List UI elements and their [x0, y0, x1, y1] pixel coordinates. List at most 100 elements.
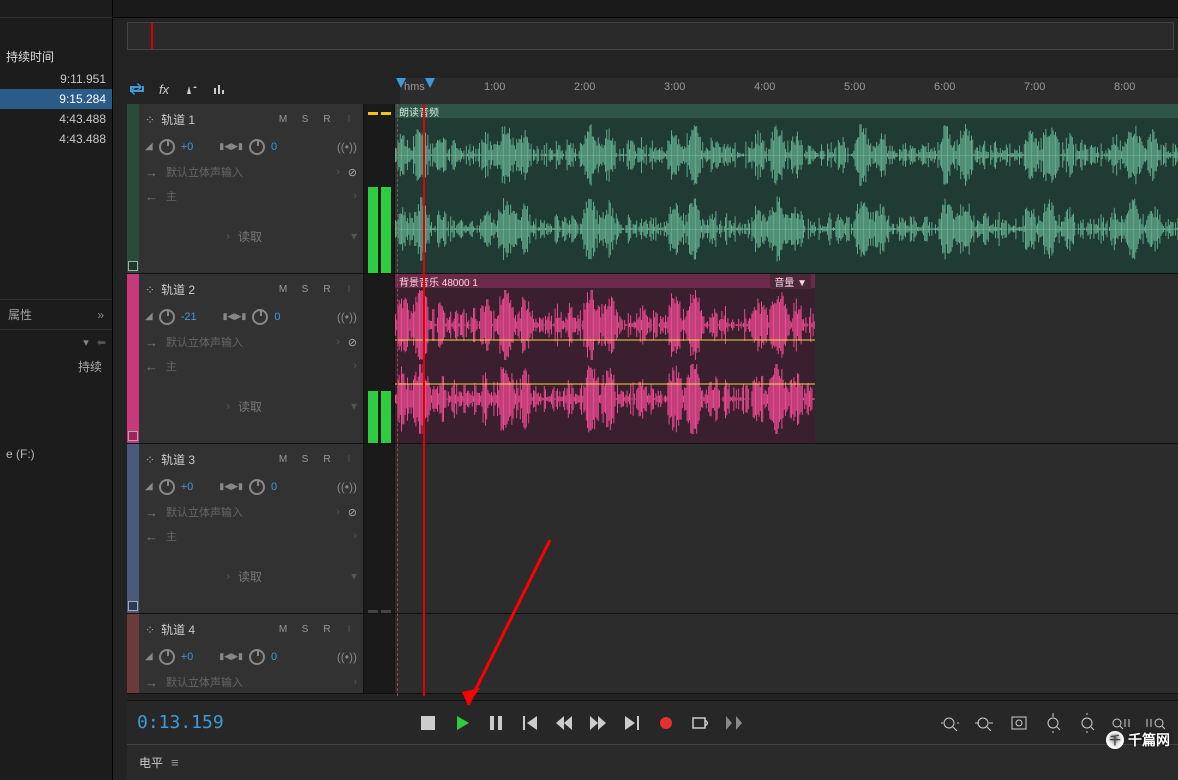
stop-button[interactable]	[413, 709, 443, 737]
output-route[interactable]: ←主›	[139, 524, 363, 548]
phase-icon[interactable]: ⊘	[348, 166, 357, 179]
input-route[interactable]: →默认立体声输入›	[139, 670, 363, 694]
monitor-button[interactable]: I	[341, 113, 357, 127]
phase-icon[interactable]: ⊘	[348, 336, 357, 349]
output-route[interactable]: ←主›	[139, 184, 363, 208]
pan-value[interactable]: 0	[271, 651, 277, 663]
solo-button[interactable]: S	[297, 283, 313, 297]
audio-clip-bgmusic[interactable]: 背景音乐 48000 1 音量 ▼	[395, 274, 815, 443]
monitor-button[interactable]: I	[341, 283, 357, 297]
continue-label: 持续	[0, 354, 112, 379]
timecode-display[interactable]: 0:13.159	[137, 712, 224, 733]
record-arm-button[interactable]: R	[319, 453, 335, 467]
track-color-strip[interactable]	[127, 274, 139, 443]
track-lane[interactable]: 朗读音频	[395, 104, 1178, 273]
input-route[interactable]: →默认立体声输入›⊘	[139, 160, 363, 184]
automation-mode[interactable]: ›读取▾	[139, 564, 363, 588]
phase-icon[interactable]: ⊘	[348, 506, 357, 519]
watermark: 千 千篇网	[1106, 730, 1170, 750]
track-color-strip[interactable]	[127, 444, 139, 613]
output-route[interactable]: ←主›	[139, 354, 363, 378]
volume-value[interactable]: +0	[181, 651, 194, 663]
loop-playback-button[interactable]	[685, 709, 715, 737]
stereo-icon: ((•))	[337, 310, 357, 324]
zoom-in-time-icon[interactable]	[938, 709, 964, 737]
fx-icon[interactable]: fx	[155, 80, 173, 98]
panel-menu-icon[interactable]: ≡	[171, 755, 179, 770]
input-route[interactable]: →默认立体声输入›⊘	[139, 330, 363, 354]
volume-value[interactable]: -21	[181, 311, 197, 323]
zoom-in-amp-icon[interactable]	[1040, 709, 1066, 737]
track-color-strip[interactable]	[127, 104, 139, 273]
solo-button[interactable]: S	[297, 453, 313, 467]
pan-knob[interactable]	[252, 309, 268, 325]
volume-knob[interactable]	[159, 139, 175, 155]
level-panel-label[interactable]: 电平	[139, 754, 163, 771]
duration-row[interactable]: 4:43.488	[0, 109, 112, 129]
back-icon[interactable]: ⬅	[97, 336, 106, 349]
solo-button[interactable]: S	[297, 113, 313, 127]
track-lane[interactable]	[395, 444, 1178, 613]
duration-row-selected[interactable]: 9:15.284	[0, 89, 112, 109]
send-icon[interactable]	[183, 80, 201, 98]
go-to-end-button[interactable]	[617, 709, 647, 737]
monitor-button[interactable]: I	[341, 623, 357, 637]
automation-mode[interactable]: ›读取▾	[139, 224, 363, 248]
pan-knob[interactable]	[249, 649, 265, 665]
mute-button[interactable]: M	[275, 453, 291, 467]
record-arm-button[interactable]: R	[319, 283, 335, 297]
monitor-button[interactable]: I	[341, 453, 357, 467]
record-arm-button[interactable]: R	[319, 113, 335, 127]
pan-value[interactable]: 0	[271, 141, 277, 153]
volume-value[interactable]: +0	[181, 141, 194, 153]
volume-knob[interactable]	[159, 479, 175, 495]
mute-button[interactable]: M	[275, 283, 291, 297]
volume-scale-icon: ◢	[145, 311, 153, 322]
time-ruler[interactable]: hms 1:00 2:00 3:00 4:00 5:00 6:00 7:00 8…	[400, 78, 1178, 104]
pan-knob[interactable]	[249, 479, 265, 495]
duration-header: 持续时间	[0, 44, 112, 69]
playhead-marker-icon[interactable]	[422, 78, 440, 96]
track-name[interactable]: 轨道 2	[161, 281, 269, 298]
input-route[interactable]: →默认立体声输入›⊘	[139, 500, 363, 524]
play-button[interactable]	[447, 709, 477, 737]
volume-knob[interactable]	[159, 309, 175, 325]
forward-button[interactable]	[583, 709, 613, 737]
zoom-fit-icon[interactable]	[1006, 709, 1032, 737]
track-lane[interactable]	[395, 614, 1178, 693]
track-name[interactable]: 轨道 1	[161, 111, 269, 128]
track-color-strip[interactable]	[127, 614, 139, 693]
overview-timeline[interactable]	[127, 22, 1174, 50]
automation-mode[interactable]: ›读取▾	[139, 394, 363, 418]
duration-row[interactable]: 4:43.488	[0, 129, 112, 149]
record-button[interactable]	[651, 709, 681, 737]
bars-icon[interactable]	[211, 80, 229, 98]
track-name[interactable]: 轨道 3	[161, 451, 269, 468]
pause-button[interactable]	[481, 709, 511, 737]
audio-clip-narration[interactable]: 朗读音频	[395, 104, 1178, 273]
loop-icon[interactable]	[127, 80, 145, 98]
go-to-start-button[interactable]	[515, 709, 545, 737]
mute-button[interactable]: M	[275, 113, 291, 127]
ruler-tick-label: 1:00	[484, 81, 505, 93]
track-lane[interactable]: 背景音乐 48000 1 音量 ▼	[395, 274, 1178, 443]
duration-row[interactable]: 9:11.951	[0, 69, 112, 89]
properties-panel-header[interactable]: 属性 »	[0, 299, 112, 330]
ruler-tick-label: 3:00	[664, 81, 685, 93]
pan-value[interactable]: 0	[271, 481, 277, 493]
skip-selection-button[interactable]	[719, 709, 749, 737]
zoom-out-time-icon[interactable]	[972, 709, 998, 737]
volume-value[interactable]: +0	[181, 481, 194, 493]
record-arm-button[interactable]: R	[319, 623, 335, 637]
clip-volume-dropdown[interactable]: 音量 ▼	[770, 274, 811, 289]
pan-knob[interactable]	[249, 139, 265, 155]
mute-button[interactable]: M	[275, 623, 291, 637]
zoom-out-amp-icon[interactable]	[1074, 709, 1100, 737]
pan-value[interactable]: 0	[274, 311, 280, 323]
track-name[interactable]: 轨道 4	[161, 621, 269, 638]
in-marker-icon[interactable]	[396, 78, 414, 96]
volume-knob[interactable]	[159, 649, 175, 665]
drive-label[interactable]: e (F:)	[0, 439, 112, 469]
rewind-button[interactable]	[549, 709, 579, 737]
solo-button[interactable]: S	[297, 623, 313, 637]
